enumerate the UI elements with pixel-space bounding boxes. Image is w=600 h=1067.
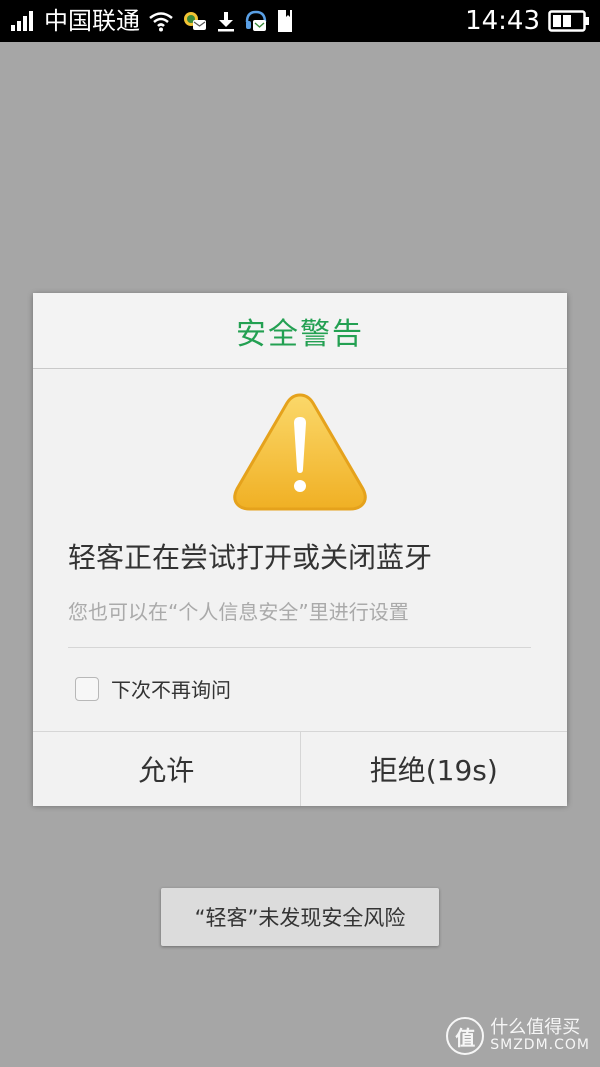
watermark: 值 什么值得买 SMZDM.COM [446,1017,590,1055]
dont-ask-again-checkbox[interactable] [75,676,99,701]
dialog-button-row: 允许 拒绝(19s) [33,731,567,806]
dialog-sub-message: 您也可以在“个人信息安全”里进行设置 [68,600,409,624]
security-toast: “轻客”未发现安全风险 [161,888,439,946]
dialog-title: 安全警告 [236,316,364,352]
signal-icon [10,10,36,32]
wifi-icon [148,10,174,32]
allow-button[interactable]: 允许 [33,732,300,806]
carrier-name: 中国联通 [44,7,140,35]
dialog-message: 轻客正在尝试打开或关闭蓝牙 [68,541,433,574]
warning-triangle-icon [230,389,370,517]
dialog-header: 安全警告 [33,293,567,369]
status-bar: 中国联通 14:43 [0,0,600,42]
status-right: 14:43 [465,0,590,42]
chat-notification-icon [182,10,208,32]
security-warning-dialog: 安全警告 轻客正在尝试打开或关闭蓝牙 您也可以在“个人信息安全”里进行设置 下次… [33,293,567,806]
battery-icon [548,9,590,33]
watermark-text: 什么值得买 SMZDM.COM [490,1018,590,1053]
clock: 14:43 [465,6,540,36]
status-left: 中国联通 [10,0,294,42]
download-icon [216,10,236,32]
dialog-divider [68,647,531,648]
headset-notification-icon [244,9,268,33]
deny-button[interactable]: 拒绝(19s) [299,732,567,806]
dont-ask-again-label: 下次不再询问 [111,678,231,702]
watermark-en: SMZDM.COM [490,1037,590,1054]
watermark-logo: 值 [446,1017,485,1055]
warning-icon-wrap [33,389,567,517]
dont-ask-again-row[interactable]: 下次不再询问 [75,674,231,703]
watermark-cn: 什么值得买 [490,1017,581,1039]
sd-card-icon [276,9,294,33]
